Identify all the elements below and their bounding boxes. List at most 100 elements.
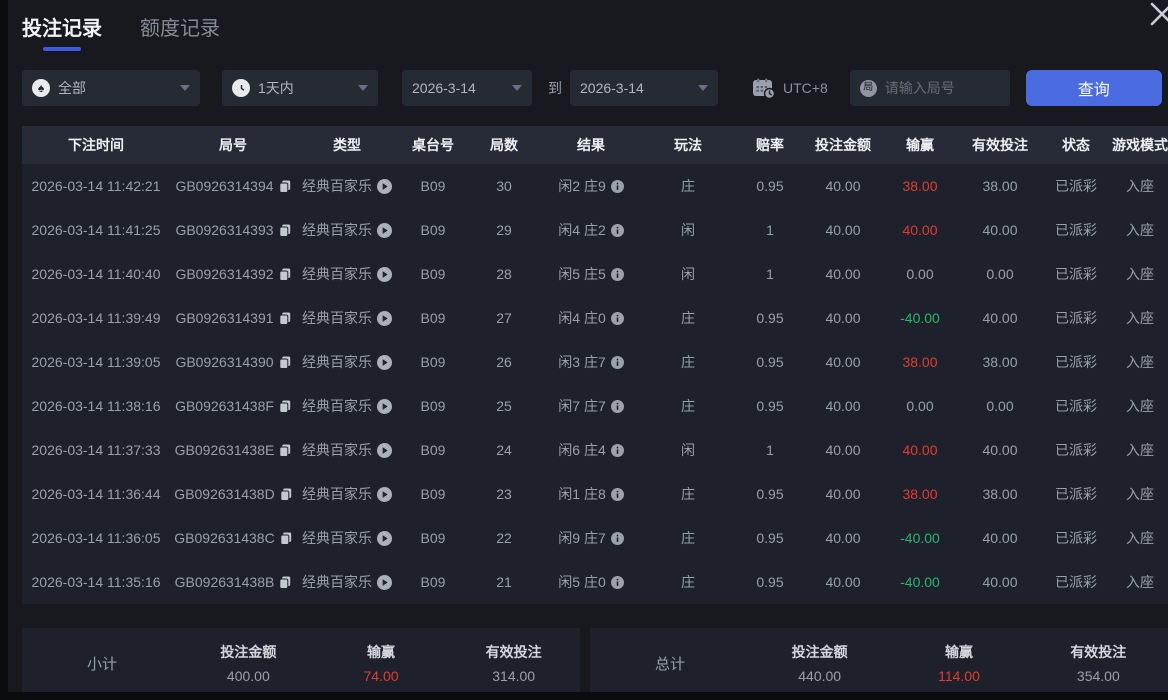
cell-result: 闲4 庄2: [540, 220, 642, 240]
round-search-box[interactable]: 局: [849, 70, 1010, 106]
close-icon[interactable]: [1148, 0, 1168, 33]
copy-icon[interactable]: [278, 268, 291, 281]
game-type-dropdown[interactable]: ♠ 全部: [22, 70, 200, 106]
bet-value: 40.00: [825, 266, 861, 282]
cell-round_no: 28: [468, 266, 540, 282]
odds-value: 0.95: [756, 486, 784, 502]
cell-round_no: 23: [468, 486, 540, 502]
play-icon[interactable]: [377, 354, 392, 370]
table-row: 2026-03-14 11:35:16 GB092631438B 经典百家乐 B09 2…: [22, 560, 1168, 604]
copy-icon[interactable]: [280, 532, 292, 545]
cell-table_no: B09: [398, 486, 468, 502]
bet-value: 40.00: [825, 574, 861, 590]
column-header: 状态: [1062, 137, 1090, 153]
cell-time: 2026-03-14 11:39:49: [22, 310, 170, 326]
cell-type: 经典百家乐: [296, 440, 398, 460]
play-icon[interactable]: [377, 442, 392, 458]
play-value: 庄: [681, 398, 695, 414]
timezone-group[interactable]: UTC+8: [752, 78, 828, 99]
valid-value: 40.00: [982, 442, 1018, 458]
play-icon[interactable]: [377, 530, 392, 546]
cell-time: 2026-03-14 11:36:05: [22, 530, 170, 546]
cell-result: 闲7 庄7: [540, 396, 642, 416]
valid-value: 38.00: [982, 486, 1018, 502]
copy-icon[interactable]: [279, 444, 291, 457]
cell-table_no: B09: [398, 354, 468, 370]
copy-icon[interactable]: [278, 224, 291, 237]
cell-round_no: 29: [468, 222, 540, 238]
copy-icon[interactable]: [279, 400, 291, 413]
bet-value: 40.00: [825, 486, 861, 502]
play-icon[interactable]: [377, 178, 392, 194]
info-icon[interactable]: [610, 399, 624, 413]
odds-value: 0.95: [756, 310, 784, 326]
mode-value: 入座: [1126, 574, 1154, 590]
cell-mode: 入座: [1112, 308, 1168, 328]
info-icon[interactable]: [610, 179, 624, 193]
mode-value: 入座: [1126, 442, 1154, 458]
timezone-label: UTC+8: [783, 80, 828, 96]
cell-valid: 40.00: [960, 574, 1040, 590]
copy-icon[interactable]: [278, 356, 291, 369]
copy-icon[interactable]: [278, 180, 291, 193]
cell-bet: 40.00: [806, 222, 880, 238]
info-icon[interactable]: [610, 223, 624, 237]
tab-bet-records[interactable]: 投注记录: [22, 12, 102, 51]
cell-mode: 入座: [1112, 264, 1168, 284]
play-value: 庄: [681, 574, 695, 590]
odds-value: 1: [766, 222, 774, 238]
cell-odds: 1: [734, 266, 806, 282]
time-value: 2026-03-14 11:36:05: [31, 530, 161, 546]
bet-value: 40.00: [825, 222, 861, 238]
info-icon[interactable]: [610, 267, 624, 281]
info-icon[interactable]: [610, 531, 624, 545]
copy-icon[interactable]: [280, 488, 292, 501]
cell-result: 闲5 庄0: [540, 572, 642, 592]
cell-play: 庄: [642, 352, 734, 372]
info-icon[interactable]: [610, 487, 624, 501]
info-icon[interactable]: [610, 355, 624, 369]
play-value: 庄: [681, 178, 695, 194]
play-icon[interactable]: [377, 574, 392, 590]
tab-bar: 投注记录 额度记录: [22, 12, 220, 51]
date-to-picker[interactable]: 2026-3-14: [570, 70, 718, 106]
active-tab-underline: [43, 47, 81, 51]
cell-mode: 入座: [1112, 528, 1168, 548]
play-icon[interactable]: [377, 310, 392, 326]
cell-round_no: 21: [468, 574, 540, 590]
cell-result: 闲5 庄5: [540, 264, 642, 284]
round_id-value: GB092631438D: [174, 486, 275, 502]
result-value: 闲2 庄9: [558, 178, 606, 194]
valid-value: 38.00: [982, 354, 1018, 370]
date-from-picker[interactable]: 2026-3-14: [402, 70, 532, 106]
play-icon[interactable]: [377, 222, 392, 238]
round-search-input[interactable]: [884, 80, 997, 96]
column-header: 有效投注: [972, 137, 1028, 153]
play-value: 闲: [681, 442, 695, 458]
cell-bet: 40.00: [806, 266, 880, 282]
cell-status: 已派彩: [1040, 308, 1112, 328]
search-button[interactable]: 查询: [1025, 70, 1162, 106]
cell-round_id: GB0926314394: [170, 178, 296, 194]
time-value: 2026-03-14 11:40:40: [31, 266, 161, 282]
play-icon[interactable]: [377, 266, 392, 282]
info-icon[interactable]: [610, 311, 624, 325]
cell-valid: 40.00: [960, 530, 1040, 546]
cell-round_no: 26: [468, 354, 540, 370]
tab-quota-records[interactable]: 额度记录: [140, 12, 220, 51]
time-value: 2026-03-14 11:35:16: [31, 574, 161, 590]
copy-icon[interactable]: [279, 576, 291, 589]
valid-value: 40.00: [982, 574, 1018, 590]
table-body: 2026-03-14 11:42:21 GB0926314394 经典百家乐 B09 3…: [22, 164, 1168, 604]
time-range-dropdown[interactable]: 1天内: [222, 70, 378, 106]
bet-value: 40.00: [825, 398, 861, 414]
cell-round_id: GB092631438C: [170, 530, 296, 546]
info-icon[interactable]: [610, 443, 624, 457]
play-icon[interactable]: [377, 486, 392, 502]
copy-icon[interactable]: [278, 312, 291, 325]
info-icon[interactable]: [610, 575, 624, 589]
cell-odds: 0.95: [734, 178, 806, 194]
table_no-value: B09: [420, 442, 446, 458]
play-icon[interactable]: [377, 398, 392, 414]
cell-play: 庄: [642, 308, 734, 328]
